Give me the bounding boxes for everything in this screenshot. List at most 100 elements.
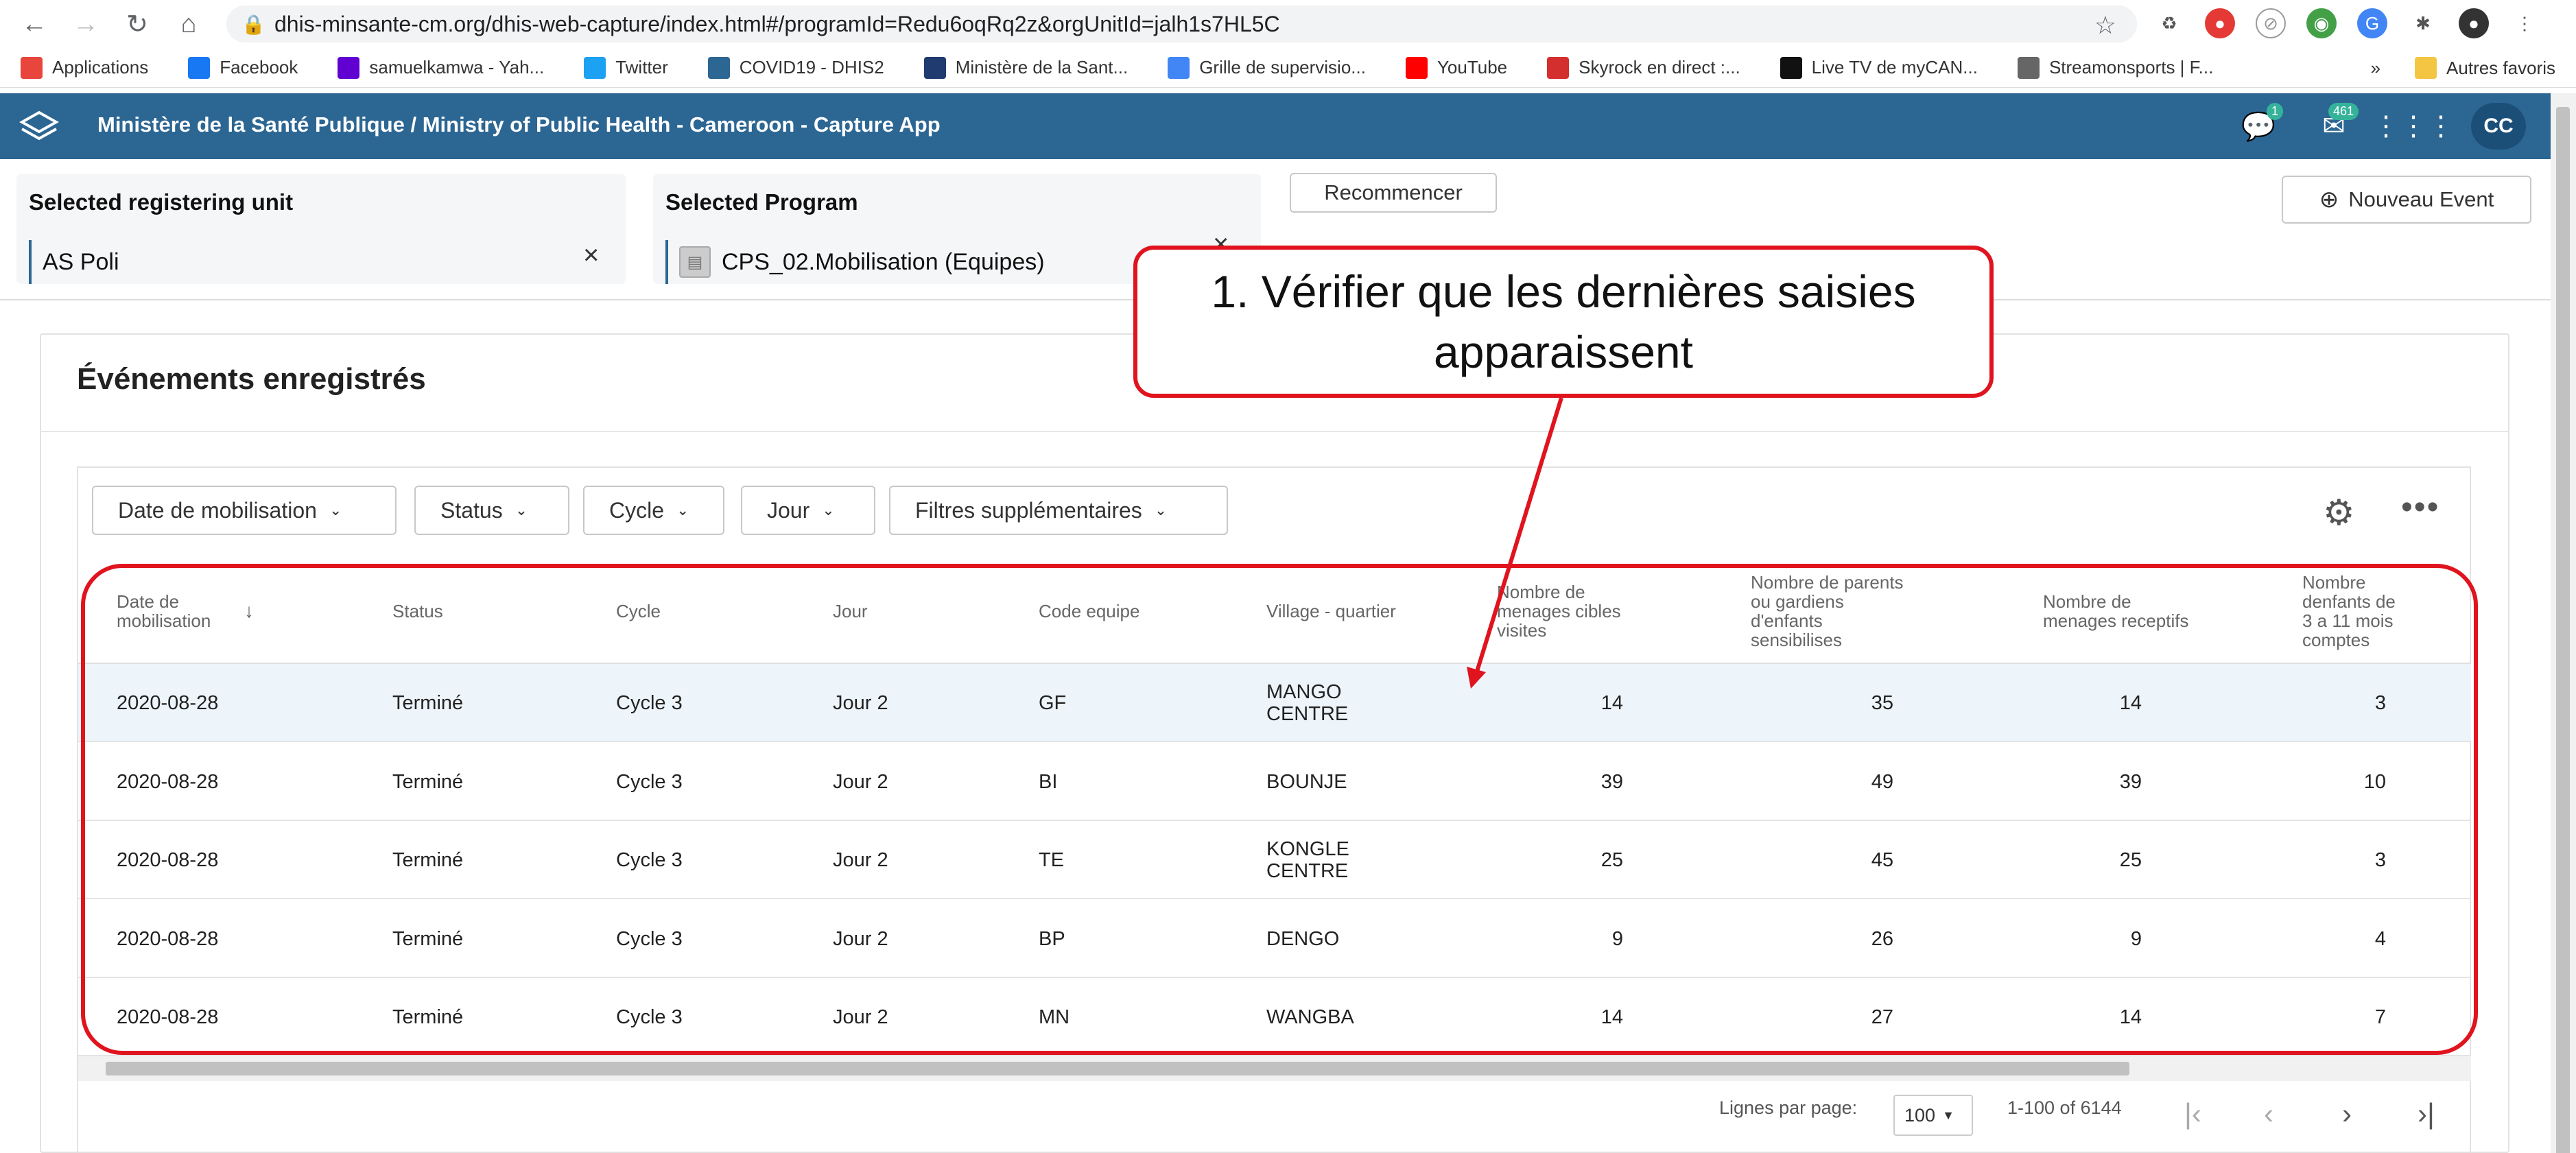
facebook-icon [188,56,211,79]
bookmark-item[interactable]: COVID19 - DHIS2 [707,56,884,79]
page-scroll-thumb[interactable] [2556,107,2570,1153]
browser-toolbar: ← → ↻ ⌂ 🔒 dhis-minsante-cm.org/dhis-web-… [0,0,2576,48]
avatar[interactable]: CC [2471,103,2526,150]
bookmark-label: Facebook [220,57,298,78]
add-circle-icon: ⊕ [2319,187,2339,213]
bookmark-label: Streamonsports | F... [2048,57,2214,78]
translate-icon[interactable]: G [2357,8,2387,38]
address-bar[interactable]: 🔒 dhis-minsante-cm.org/dhis-web-capture/… [226,5,2137,43]
adblock-icon[interactable]: ● [2205,8,2235,38]
table-horizontal-scrollbar[interactable] [78,1056,2471,1081]
filter-button[interactable]: Status ⌄ [414,486,569,535]
table-cell: Jour 2 [833,770,888,793]
reset-button[interactable]: Recommencer [1290,173,1497,213]
bookmark-item[interactable]: Facebook [188,56,298,79]
messages-icon[interactable]: 💬 1 [2238,103,2283,145]
clear-unit-icon[interactable]: × [583,240,599,271]
more-bookmarks-icon[interactable]: » [2371,58,2380,79]
table-cell: 3 [2374,849,2386,871]
star-icon[interactable]: ☆ [2094,11,2116,40]
forward-icon[interactable]: → [65,3,106,45]
column-header-label: Date de mobilisation [117,591,211,631]
table-cell: 2020-08-28 [117,692,219,714]
rows-per-page-label: Lignes par page: [1719,1097,1858,1118]
table-cell: Cycle 3 [616,927,683,950]
globe-icon[interactable]: ◉ [2306,8,2337,38]
bookmark-item[interactable]: Twitter [584,56,668,79]
back-icon[interactable]: ← [14,3,55,45]
sort-arrow-icon[interactable]: ↓ [244,602,254,621]
column-header-label: Code equipe [1039,601,1140,621]
table-cell: TE [1039,849,1065,871]
column-header[interactable]: Nombre de parents ou gardiens d'enfants … [1751,561,1909,661]
filter-button[interactable]: Jour ⌄ [741,486,875,535]
table-row[interactable]: 2020-08-28 Terminé Cycle 3 Jour 2 MN WANGBA 14… [78,978,2471,1056]
filter-button[interactable]: Filtres supplémentaires ⌄ [889,486,1228,535]
table-cell: Cycle 3 [616,692,683,714]
disabled-icon[interactable]: ⊘ [2256,8,2286,38]
bookmark-item[interactable]: Skyrock en direct :... [1547,56,1740,79]
bookmark-label: COVID19 - DHIS2 [739,57,884,78]
registering-unit-box: Selected registering unit AS Poli × [16,174,626,284]
table-cell: KONGLE CENTRE [1266,838,1349,882]
bookmark-other[interactable]: Autres favoris [2415,57,2555,79]
column-header[interactable]: Status [392,561,530,661]
profile-icon[interactable]: ● [2459,8,2489,38]
new-event-button[interactable]: ⊕ Nouveau Event [2282,176,2531,224]
last-page-icon[interactable]: ›| [2418,1097,2435,1130]
column-header-label: Nombre de parents ou gardiens d'enfants … [1751,572,1904,650]
filter-button[interactable]: Date de mobilisation ⌄ [92,486,397,535]
column-header[interactable]: Nombre denfants de 3 a 11 mois comptes [2302,561,2405,661]
table-cell: 14 [2119,1006,2142,1028]
recycle-icon[interactable]: ♻ [2154,8,2184,38]
table-scroll-thumb[interactable] [106,1062,2129,1075]
bookmark-item[interactable]: samuelkamwa - Yah... [338,56,544,79]
table-row[interactable]: 2020-08-28 Terminé Cycle 3 Jour 2 GF MANGO CE… [78,664,2471,742]
dhis2-logo-icon[interactable] [19,110,59,144]
puzzle-icon[interactable]: ✱ [2408,8,2438,38]
page-scrollbar[interactable] [2551,93,2576,1153]
column-header[interactable]: Code equipe [1039,561,1176,661]
table-row[interactable]: 2020-08-28 Terminé Cycle 3 Jour 2 TE KONGLE C… [78,821,2471,899]
table-cell: 39 [2119,770,2142,793]
table-row[interactable]: 2020-08-28 Terminé Cycle 3 Jour 2 BP DENGO 9 26… [78,900,2471,978]
filter-button[interactable]: Cycle ⌄ [583,486,724,535]
column-header[interactable]: Village - quartier [1266,561,1404,661]
apps-grid-icon[interactable]: ⋮⋮⋮ [2372,107,2455,145]
bookmark-item[interactable]: YouTube [1405,56,1507,79]
table-cell: Cycle 3 [616,770,683,793]
table-row[interactable]: 2020-08-28 Terminé Cycle 3 Jour 2 BI BOUNJE 39… [78,743,2471,821]
previous-page-icon[interactable]: ‹ [2264,1097,2273,1130]
table-cell: 4 [2374,927,2386,950]
url-text: dhis-minsante-cm.org/dhis-web-capture/in… [274,11,1280,36]
instruction-callout: 1. Vérifier que les dernières saisies ap… [1133,246,1994,398]
first-page-icon[interactable]: |‹ [2184,1097,2201,1130]
messages-badge: 1 [2266,103,2283,120]
globe-icon [2017,56,2040,79]
bookmark-label: Live TV de myCAN... [1811,57,1978,78]
table-cell: MN [1039,1006,1070,1028]
app-header: Ministère de la Santé Publique / Ministr… [0,93,2551,159]
column-header[interactable]: Jour [833,561,970,661]
table-cell: Terminé [392,1006,464,1028]
next-page-icon[interactable]: › [2342,1097,2352,1130]
rows-per-page-select[interactable]: 100 ▼ [1893,1095,1973,1136]
column-header[interactable]: Date de mobilisation ↓ [117,561,254,661]
column-header[interactable]: Cycle [616,561,753,661]
column-header[interactable]: Nombre de menages receptifs [2043,561,2201,661]
column-header[interactable]: Nombre de menages cibles visites [1497,561,1627,661]
bookmark-item[interactable]: Live TV de myCAN... [1780,56,1978,79]
more-options-icon[interactable]: ••• [2401,488,2439,526]
bookmark-item[interactable]: Streamonsports | F... [2017,56,2214,79]
reload-icon[interactable]: ↻ [117,3,158,45]
bookmark-item[interactable]: Ministère de la Sant... [923,56,1128,79]
gear-icon[interactable]: ⚙ [2323,492,2355,534]
menu-icon[interactable]: ⋮ [2509,8,2540,38]
home-icon[interactable]: ⌂ [168,3,209,45]
bookmark-item[interactable]: Applications [21,56,148,79]
registering-unit-title: Selected registering unit [29,189,294,215]
bookmark-item[interactable]: Grille de supervisio... [1168,56,1366,79]
mail-icon[interactable]: ✉ 461 [2313,103,2359,145]
column-header-label: Nombre de menages cibles visites [1497,582,1621,641]
table-cell: Terminé [392,849,464,871]
